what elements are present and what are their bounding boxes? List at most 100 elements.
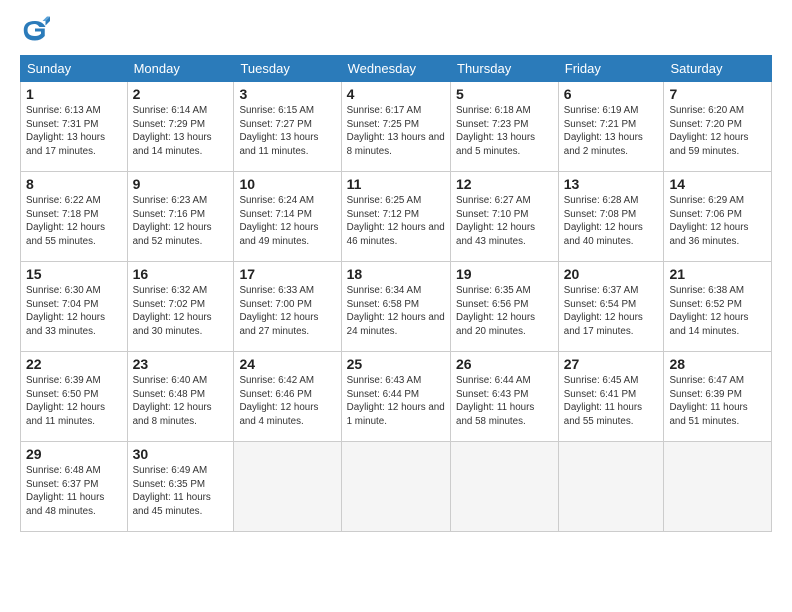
day-number: 28 [669, 356, 766, 372]
day-number: 6 [564, 86, 659, 102]
day-info: Sunrise: 6:44 AMSunset: 6:43 PMDaylight:… [456, 375, 534, 427]
table-row: 21 Sunrise: 6:38 AMSunset: 6:52 PMDayligh… [664, 262, 772, 352]
day-number: 10 [239, 176, 335, 192]
day-info: Sunrise: 6:49 AMSunset: 6:35 PMDaylight:… [133, 465, 211, 517]
day-info: Sunrise: 6:25 AMSunset: 7:12 PMDaylight:… [347, 195, 445, 247]
table-row: 12Sunrise: 6:27 AMSunset: 7:10 PMDayligh… [451, 172, 559, 262]
day-number: 19 [456, 266, 553, 282]
day-number: 11 [347, 176, 445, 192]
calendar-row-5: 29 Sunrise: 6:48 AMSunset: 6:37 PMDayligh… [21, 442, 772, 532]
day-info: Sunrise: 6:23 AMSunset: 7:16 PMDaylight:… [133, 195, 212, 247]
table-row: 27 Sunrise: 6:45 AMSunset: 6:41 PMDayligh… [558, 352, 664, 442]
day-info: Sunrise: 6:18 AMSunset: 7:23 PMDaylight:… [456, 105, 535, 157]
table-row: 20Sunrise: 6:37 AMSunset: 6:54 PMDayligh… [558, 262, 664, 352]
day-info: Sunrise: 6:14 AMSunset: 7:29 PMDaylight:… [133, 105, 212, 157]
table-row: 14Sunrise: 6:29 AMSunset: 7:06 PMDayligh… [664, 172, 772, 262]
page: Sunday Monday Tuesday Wednesday Thursday… [0, 0, 792, 612]
table-row: 9 Sunrise: 6:23 AMSunset: 7:16 PMDaylight… [127, 172, 234, 262]
day-info: Sunrise: 6:17 AMSunset: 7:25 PMDaylight:… [347, 105, 445, 157]
day-info: Sunrise: 6:22 AMSunset: 7:18 PMDaylight:… [26, 195, 105, 247]
table-row: 17 Sunrise: 6:33 AMSunset: 7:00 PMDayligh… [234, 262, 341, 352]
table-row: 19 Sunrise: 6:35 AMSunset: 6:56 PMDayligh… [451, 262, 559, 352]
day-number: 9 [133, 176, 229, 192]
table-row [664, 442, 772, 532]
table-row: 23Sunrise: 6:40 AMSunset: 6:48 PMDayligh… [127, 352, 234, 442]
day-info: Sunrise: 6:32 AMSunset: 7:02 PMDaylight:… [133, 285, 212, 337]
day-number: 13 [564, 176, 659, 192]
table-row: 26 Sunrise: 6:44 AMSunset: 6:43 PMDayligh… [451, 352, 559, 442]
table-row: 11 Sunrise: 6:25 AMSunset: 7:12 PMDayligh… [341, 172, 450, 262]
table-row: 3 Sunrise: 6:15 AMSunset: 7:27 PMDaylight… [234, 82, 341, 172]
day-number: 17 [239, 266, 335, 282]
day-info: Sunrise: 6:40 AMSunset: 6:48 PMDaylight:… [133, 375, 212, 427]
logo-icon [20, 15, 50, 45]
day-info: Sunrise: 6:24 AMSunset: 7:14 PMDaylight:… [239, 195, 318, 247]
day-info: Sunrise: 6:45 AMSunset: 6:41 PMDaylight:… [564, 375, 642, 427]
table-row: 4 Sunrise: 6:17 AMSunset: 7:25 PMDaylight… [341, 82, 450, 172]
calendar-header-row: Sunday Monday Tuesday Wednesday Thursday… [21, 56, 772, 82]
day-number: 16 [133, 266, 229, 282]
day-number: 4 [347, 86, 445, 102]
table-row [341, 442, 450, 532]
day-info: Sunrise: 6:34 AMSunset: 6:58 PMDaylight:… [347, 285, 445, 337]
header [20, 15, 772, 45]
day-info: Sunrise: 6:42 AMSunset: 6:46 PMDaylight:… [239, 375, 318, 427]
day-info: Sunrise: 6:27 AMSunset: 7:10 PMDaylight:… [456, 195, 535, 247]
table-row [451, 442, 559, 532]
col-tuesday: Tuesday [234, 56, 341, 82]
day-number: 20 [564, 266, 659, 282]
table-row: 28 Sunrise: 6:47 AMSunset: 6:39 PMDayligh… [664, 352, 772, 442]
day-info: Sunrise: 6:33 AMSunset: 7:00 PMDaylight:… [239, 285, 318, 337]
day-number: 22 [26, 356, 122, 372]
col-sunday: Sunday [21, 56, 128, 82]
day-number: 3 [239, 86, 335, 102]
day-number: 21 [669, 266, 766, 282]
table-row: 16 Sunrise: 6:32 AMSunset: 7:02 PMDayligh… [127, 262, 234, 352]
day-number: 24 [239, 356, 335, 372]
day-number: 5 [456, 86, 553, 102]
calendar-row-3: 15Sunrise: 6:30 AMSunset: 7:04 PMDayligh… [21, 262, 772, 352]
table-row: 10 Sunrise: 6:24 AMSunset: 7:14 PMDayligh… [234, 172, 341, 262]
table-row [234, 442, 341, 532]
col-saturday: Saturday [664, 56, 772, 82]
day-number: 26 [456, 356, 553, 372]
day-number: 7 [669, 86, 766, 102]
table-row: 15Sunrise: 6:30 AMSunset: 7:04 PMDayligh… [21, 262, 128, 352]
col-friday: Friday [558, 56, 664, 82]
day-info: Sunrise: 6:39 AMSunset: 6:50 PMDaylight:… [26, 375, 105, 427]
col-thursday: Thursday [451, 56, 559, 82]
day-number: 27 [564, 356, 659, 372]
table-row: 7Sunrise: 6:20 AMSunset: 7:20 PMDaylight… [664, 82, 772, 172]
logo [20, 15, 54, 45]
day-info: Sunrise: 6:13 AMSunset: 7:31 PMDaylight:… [26, 105, 105, 157]
day-number: 14 [669, 176, 766, 192]
day-info: Sunrise: 6:48 AMSunset: 6:37 PMDaylight:… [26, 465, 104, 517]
table-row: 24 Sunrise: 6:42 AMSunset: 6:46 PMDayligh… [234, 352, 341, 442]
day-number: 30 [133, 446, 229, 462]
day-number: 1 [26, 86, 122, 102]
calendar-row-4: 22 Sunrise: 6:39 AMSunset: 6:50 PMDayligh… [21, 352, 772, 442]
day-info: Sunrise: 6:15 AMSunset: 7:27 PMDaylight:… [239, 105, 318, 157]
calendar-row-1: 1 Sunrise: 6:13 AMSunset: 7:31 PMDaylight… [21, 82, 772, 172]
table-row: 22 Sunrise: 6:39 AMSunset: 6:50 PMDayligh… [21, 352, 128, 442]
day-number: 29 [26, 446, 122, 462]
day-number: 25 [347, 356, 445, 372]
table-row: 18 Sunrise: 6:34 AMSunset: 6:58 PMDayligh… [341, 262, 450, 352]
table-row: 25 Sunrise: 6:43 AMSunset: 6:44 PMDayligh… [341, 352, 450, 442]
col-monday: Monday [127, 56, 234, 82]
day-info: Sunrise: 6:47 AMSunset: 6:39 PMDaylight:… [669, 375, 747, 427]
day-info: Sunrise: 6:28 AMSunset: 7:08 PMDaylight:… [564, 195, 643, 247]
table-row: 29 Sunrise: 6:48 AMSunset: 6:37 PMDayligh… [21, 442, 128, 532]
calendar-row-2: 8 Sunrise: 6:22 AMSunset: 7:18 PMDaylight… [21, 172, 772, 262]
table-row [558, 442, 664, 532]
day-info: Sunrise: 6:38 AMSunset: 6:52 PMDaylight:… [669, 285, 748, 337]
table-row: 6Sunrise: 6:19 AMSunset: 7:21 PMDaylight… [558, 82, 664, 172]
calendar-table: Sunday Monday Tuesday Wednesday Thursday… [20, 55, 772, 532]
day-info: Sunrise: 6:35 AMSunset: 6:56 PMDaylight:… [456, 285, 535, 337]
table-row: 2Sunrise: 6:14 AMSunset: 7:29 PMDaylight… [127, 82, 234, 172]
day-info: Sunrise: 6:30 AMSunset: 7:04 PMDaylight:… [26, 285, 105, 337]
table-row: 8 Sunrise: 6:22 AMSunset: 7:18 PMDaylight… [21, 172, 128, 262]
day-number: 8 [26, 176, 122, 192]
day-info: Sunrise: 6:43 AMSunset: 6:44 PMDaylight:… [347, 375, 445, 427]
day-number: 18 [347, 266, 445, 282]
